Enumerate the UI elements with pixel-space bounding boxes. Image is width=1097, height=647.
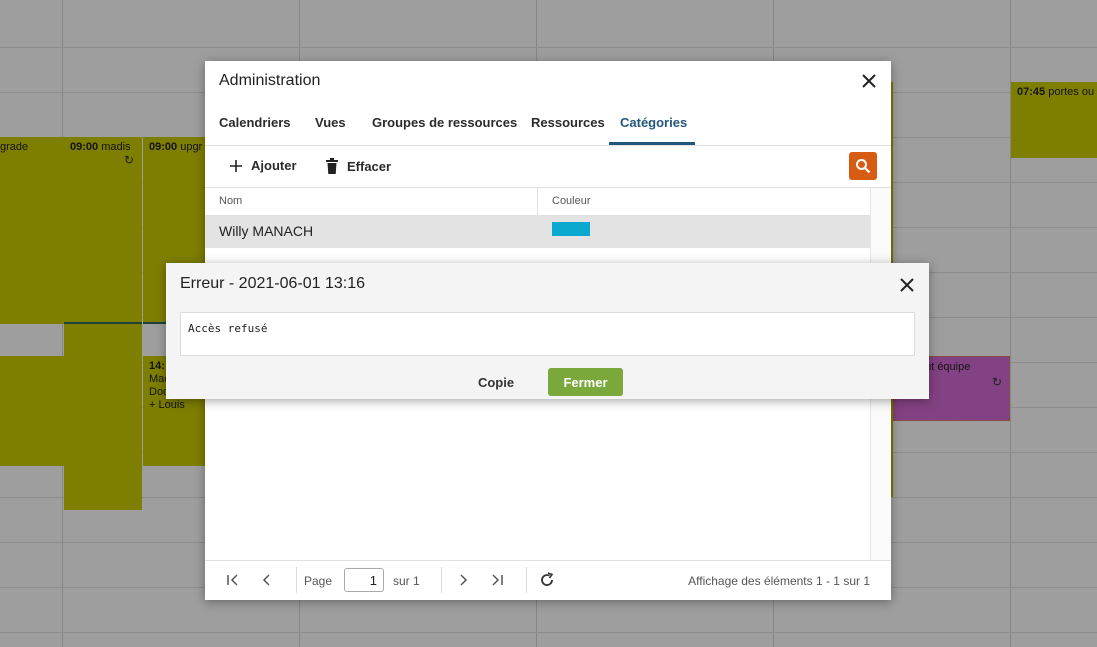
page-count-label: sur 1 [393,574,420,588]
window-title: Administration [219,72,321,89]
dialog-title: Erreur - 2021-06-01 13:16 [180,275,365,292]
error-dialog: Erreur - 2021-06-01 13:16 Accès refusé C… [166,263,929,399]
tab-vues[interactable]: Vues [315,115,346,140]
tab-bar: Calendriers Vues Groupes de ressources R… [205,111,891,146]
tab-categories[interactable]: Catégories [620,115,687,140]
previous-page-icon[interactable] [258,571,276,589]
table-row[interactable]: Willy MANACH [205,216,871,248]
first-page-icon[interactable] [224,571,242,589]
add-label: Ajouter [251,158,297,173]
last-page-icon[interactable] [488,571,506,589]
row-name: Willy MANACH [219,223,314,239]
column-separator[interactable] [537,188,538,215]
error-message[interactable]: Accès refusé [180,312,915,356]
pager-summary: Affichage des éléments 1 - 1 sur 1 [688,574,870,588]
active-tab-indicator [609,142,695,145]
grid-header: Nom Couleur [205,188,871,216]
plus-icon [230,159,242,172]
column-header-couleur[interactable]: Couleur [552,195,591,207]
tab-calendriers[interactable]: Calendriers [219,115,291,140]
add-button[interactable]: Ajouter [229,158,297,173]
tab-groupes-de-ressources[interactable]: Groupes de ressources [372,115,517,140]
tab-ressources[interactable]: Ressources [531,115,605,140]
column-header-nom[interactable]: Nom [219,195,242,207]
pager: Page sur 1 Affichage des éléments 1 - 1 … [205,560,891,600]
trash-icon [326,158,338,174]
next-page-icon[interactable] [454,571,472,589]
delete-label: Effacer [347,158,392,174]
page-number-input[interactable] [344,568,384,592]
search-icon [856,159,871,174]
divider [441,567,442,593]
page-label: Page [304,574,333,588]
toolbar: Ajouter Effacer [205,146,891,188]
close-icon[interactable] [859,71,879,91]
delete-button[interactable]: Effacer [325,158,391,174]
divider [526,567,527,593]
search-button[interactable] [849,152,877,180]
copy-button[interactable]: Copie [469,368,523,396]
close-button[interactable]: Fermer [548,368,623,396]
close-icon[interactable] [897,275,917,295]
refresh-icon[interactable] [538,571,556,589]
divider [296,567,297,593]
color-swatch [552,222,590,236]
